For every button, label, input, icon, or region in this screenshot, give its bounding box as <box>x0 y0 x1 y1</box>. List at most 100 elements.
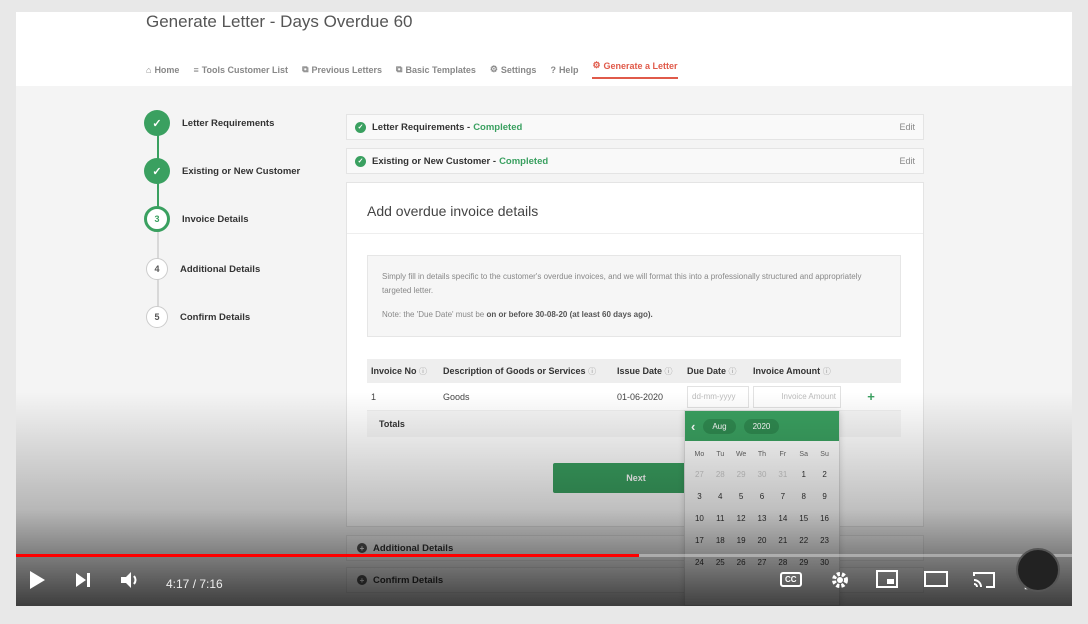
calendar-day[interactable]: 28 <box>710 463 731 485</box>
calendar-day[interactable]: 31 <box>772 463 793 485</box>
year-select[interactable]: 2020 <box>743 418 780 434</box>
info-icon: ⓘ <box>664 366 673 376</box>
edit-link[interactable]: Edit <box>899 156 915 166</box>
calendar-day[interactable]: 8 <box>793 485 814 507</box>
info-text: Simply fill in details specific to the c… <box>382 272 862 295</box>
info-box: Simply fill in details specific to the c… <box>367 255 901 337</box>
nav-label: Settings <box>500 64 537 75</box>
step-label: Existing or New Customer <box>182 165 301 177</box>
calendar-day[interactable]: 10 <box>689 507 710 529</box>
step-confirm-details[interactable]: 5 Confirm Details <box>144 306 250 328</box>
calendar-day[interactable]: 17 <box>689 529 710 551</box>
note-prefix: Note: the 'Due Date' must be <box>382 310 485 319</box>
description-cell[interactable]: Goods <box>439 392 613 402</box>
calendar-day[interactable]: 2 <box>814 463 835 485</box>
step-label: Additional Details <box>180 263 261 275</box>
cast-icon[interactable] <box>972 570 996 590</box>
check-circle-icon: ✓ <box>355 155 366 167</box>
calendar-day[interactable]: 13 <box>752 507 773 529</box>
step-existing-customer[interactable]: ✓ Existing or New Customer <box>144 158 300 184</box>
step-invoice-details[interactable]: 3 Invoice Details <box>144 206 249 232</box>
info-icon: ⓘ <box>728 366 737 376</box>
calendar-day[interactable]: 20 <box>752 529 773 551</box>
captions-button[interactable]: CC <box>780 572 802 587</box>
calendar-day[interactable]: 23 <box>814 529 835 551</box>
calendar-day[interactable]: 30 <box>752 463 773 485</box>
theater-mode-icon[interactable] <box>924 570 948 588</box>
section-label: Existing or New Customer - <box>372 155 497 167</box>
play-button[interactable] <box>28 570 46 590</box>
calendar-day[interactable]: 18 <box>710 529 731 551</box>
add-row-icon[interactable]: + <box>867 389 875 404</box>
calendar-day[interactable]: 9 <box>814 485 835 507</box>
settings-gear-icon[interactable] <box>830 570 850 590</box>
calendar-day[interactable]: 6 <box>752 485 773 507</box>
chevron-left-icon[interactable]: ‹ <box>691 419 695 434</box>
nav-settings[interactable]: ⚙ Settings <box>490 60 537 79</box>
time-display: 4:17 / 7:16 <box>166 577 223 591</box>
channel-watermark-icon[interactable] <box>1016 548 1060 592</box>
nav-basic-templates[interactable]: ⧉ Basic Templates <box>396 60 476 79</box>
home-icon: ⌂ <box>146 64 152 75</box>
nav-generate-letter[interactable]: ⚙ Generate a Letter <box>592 60 678 79</box>
calendar-day[interactable]: 16 <box>814 507 835 529</box>
check-icon: ✓ <box>144 110 170 136</box>
calendar-day[interactable]: 12 <box>731 507 752 529</box>
miniplayer-icon[interactable] <box>876 570 898 588</box>
calendar-day[interactable]: 7 <box>772 485 793 507</box>
issue-date-cell[interactable]: 01-06-2020 <box>613 392 683 402</box>
volume-icon[interactable] <box>120 570 142 590</box>
step-letter-requirements[interactable]: ✓ Letter Requirements <box>144 110 274 136</box>
calendar-day[interactable]: 29 <box>731 463 752 485</box>
nav-home[interactable]: ⌂ Home <box>146 60 179 79</box>
edit-link[interactable]: Edit <box>899 122 915 132</box>
step-label: Confirm Details <box>180 311 251 323</box>
actions-cell: + <box>841 389 901 404</box>
check-icon: ✓ <box>144 158 170 184</box>
calendar-day[interactable]: 3 <box>689 485 710 507</box>
weekday-label: Fr <box>779 450 787 458</box>
header-due-date: Due Date ⓘ <box>687 365 737 376</box>
invoice-amount-input[interactable]: Invoice Amount <box>753 385 841 408</box>
amount-cell: Invoice Amount <box>749 385 841 408</box>
weekday-label: Su <box>820 450 829 458</box>
nav-label: Basic Templates <box>405 64 476 75</box>
status-completed: Completed <box>499 155 549 167</box>
invoice-no-cell[interactable]: 1 <box>367 392 439 402</box>
calendar-day[interactable]: 15 <box>793 507 814 529</box>
header-invoice-amount: Invoice Amount ⓘ <box>753 365 831 376</box>
next-video-button[interactable] <box>74 570 92 590</box>
video-frame: Generate Letter - Days Overdue 60 ⌂ Home … <box>16 12 1072 606</box>
top-nav: ⌂ Home ≡ Tools Customer List ⧉ Previous Let… <box>146 60 678 79</box>
due-date-input[interactable]: dd-mm-yyyy <box>687 385 749 408</box>
calendar-day[interactable]: 11 <box>710 507 731 529</box>
header-issue-date: Issue Date ⓘ <box>617 365 673 376</box>
progress-stepper: ✓ Letter Requirements ✓ Existing or New … <box>144 110 344 340</box>
list-icon: ≡ <box>193 64 199 75</box>
calendar-day[interactable]: 21 <box>772 529 793 551</box>
calendar-day[interactable]: 4 <box>710 485 731 507</box>
step-label: Invoice Details <box>182 213 249 225</box>
copy-icon: ⧉ <box>302 64 309 74</box>
due-date-note: Note: the 'Due Date' must be on or befor… <box>382 308 886 322</box>
calendar-day[interactable]: 22 <box>793 529 814 551</box>
nav-previous-letters[interactable]: ⧉ Previous Letters <box>302 60 382 79</box>
table-header: Invoice No ⓘ Description of Goods or Ser… <box>367 359 901 383</box>
step-additional-details[interactable]: 4 Additional Details <box>144 258 260 280</box>
calendar-day[interactable]: 1 <box>793 463 814 485</box>
calendar-day[interactable]: 5 <box>731 485 752 507</box>
step-number: 3 <box>144 206 170 232</box>
calendar-day[interactable]: 19 <box>731 529 752 551</box>
nav-label: Previous Letters <box>311 64 383 75</box>
calendar-day[interactable]: 14 <box>772 507 793 529</box>
nav-help[interactable]: ? Help <box>550 60 578 79</box>
completed-section-existing-customer[interactable]: ✓ Existing or New Customer - Completed E… <box>346 148 924 174</box>
nav-tools-customer-list[interactable]: ≡ Tools Customer List <box>193 60 288 79</box>
calendar-day[interactable]: 27 <box>689 463 710 485</box>
weekday-label: Mo <box>694 450 705 458</box>
app-header: Generate Letter - Days Overdue 60 ⌂ Home … <box>16 12 1072 86</box>
completed-section-letter-requirements[interactable]: ✓ Letter Requirements - Completed Edit <box>346 114 924 140</box>
totals-label: Totals <box>379 419 405 429</box>
progress-bar[interactable] <box>16 554 1072 557</box>
month-select[interactable]: Aug <box>703 418 736 434</box>
